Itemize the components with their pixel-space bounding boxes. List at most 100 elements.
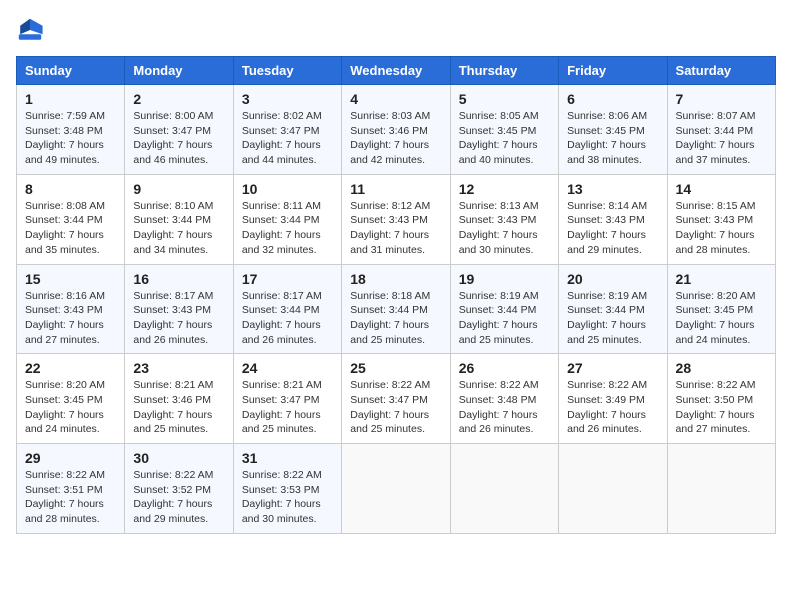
day-info: Sunrise: 8:05 AM Sunset: 3:45 PM Dayligh… [459,109,550,168]
sunset-label: Sunset: 3:43 PM [350,214,428,226]
day-cell: 8 Sunrise: 8:08 AM Sunset: 3:44 PM Dayli… [17,174,125,264]
sunrise-label: Sunrise: 8:22 AM [567,379,647,391]
sunset-label: Sunset: 3:45 PM [567,125,645,137]
daylight-label: Daylight: 7 hours and 40 minutes. [459,139,538,166]
sunset-label: Sunset: 3:44 PM [242,304,320,316]
day-cell [559,444,667,534]
day-info: Sunrise: 8:13 AM Sunset: 3:43 PM Dayligh… [459,199,550,258]
day-cell: 4 Sunrise: 8:03 AM Sunset: 3:46 PM Dayli… [342,85,450,175]
sunset-label: Sunset: 3:43 PM [459,214,537,226]
daylight-label: Daylight: 7 hours and 44 minutes. [242,139,321,166]
daylight-label: Daylight: 7 hours and 27 minutes. [676,409,755,436]
day-info: Sunrise: 8:03 AM Sunset: 3:46 PM Dayligh… [350,109,441,168]
sunrise-label: Sunrise: 8:05 AM [459,110,539,122]
day-cell: 31 Sunrise: 8:22 AM Sunset: 3:53 PM Dayl… [233,444,341,534]
sunset-label: Sunset: 3:44 PM [350,304,428,316]
sunrise-label: Sunrise: 8:22 AM [133,469,213,481]
day-number: 28 [676,360,767,376]
day-cell: 30 Sunrise: 8:22 AM Sunset: 3:52 PM Dayl… [125,444,233,534]
daylight-label: Daylight: 7 hours and 38 minutes. [567,139,646,166]
day-number: 4 [350,91,441,107]
sunrise-label: Sunrise: 8:08 AM [25,200,105,212]
day-cell: 21 Sunrise: 8:20 AM Sunset: 3:45 PM Dayl… [667,264,775,354]
day-number: 16 [133,271,224,287]
sunset-label: Sunset: 3:46 PM [133,394,211,406]
day-info: Sunrise: 8:20 AM Sunset: 3:45 PM Dayligh… [25,378,116,437]
daylight-label: Daylight: 7 hours and 25 minutes. [350,409,429,436]
sunrise-label: Sunrise: 8:07 AM [676,110,756,122]
daylight-label: Daylight: 7 hours and 30 minutes. [242,498,321,525]
day-number: 5 [459,91,550,107]
day-info: Sunrise: 8:22 AM Sunset: 3:50 PM Dayligh… [676,378,767,437]
day-info: Sunrise: 8:11 AM Sunset: 3:44 PM Dayligh… [242,199,333,258]
day-info: Sunrise: 8:17 AM Sunset: 3:43 PM Dayligh… [133,289,224,348]
sunset-label: Sunset: 3:50 PM [676,394,754,406]
day-number: 11 [350,181,441,197]
day-cell: 7 Sunrise: 8:07 AM Sunset: 3:44 PM Dayli… [667,85,775,175]
page-container: Sunday Monday Tuesday Wednesday Thursday… [16,16,776,534]
day-info: Sunrise: 8:15 AM Sunset: 3:43 PM Dayligh… [676,199,767,258]
day-number: 12 [459,181,550,197]
day-cell: 1 Sunrise: 7:59 AM Sunset: 3:48 PM Dayli… [17,85,125,175]
day-cell [342,444,450,534]
day-info: Sunrise: 8:21 AM Sunset: 3:46 PM Dayligh… [133,378,224,437]
day-number: 13 [567,181,658,197]
daylight-label: Daylight: 7 hours and 25 minutes. [350,319,429,346]
daylight-label: Daylight: 7 hours and 29 minutes. [133,498,212,525]
sunset-label: Sunset: 3:45 PM [676,304,754,316]
day-info: Sunrise: 8:16 AM Sunset: 3:43 PM Dayligh… [25,289,116,348]
day-cell: 15 Sunrise: 8:16 AM Sunset: 3:43 PM Dayl… [17,264,125,354]
col-thursday: Thursday [450,57,558,85]
col-wednesday: Wednesday [342,57,450,85]
daylight-label: Daylight: 7 hours and 42 minutes. [350,139,429,166]
day-cell: 11 Sunrise: 8:12 AM Sunset: 3:43 PM Dayl… [342,174,450,264]
day-info: Sunrise: 8:22 AM Sunset: 3:49 PM Dayligh… [567,378,658,437]
sunrise-label: Sunrise: 8:22 AM [25,469,105,481]
daylight-label: Daylight: 7 hours and 26 minutes. [242,319,321,346]
sunset-label: Sunset: 3:47 PM [242,394,320,406]
daylight-label: Daylight: 7 hours and 46 minutes. [133,139,212,166]
header-row: Sunday Monday Tuesday Wednesday Thursday… [17,57,776,85]
day-number: 20 [567,271,658,287]
header [16,16,776,44]
logo-icon [16,16,44,44]
calendar: Sunday Monday Tuesday Wednesday Thursday… [16,56,776,534]
sunset-label: Sunset: 3:46 PM [350,125,428,137]
logo [16,16,48,44]
day-info: Sunrise: 8:00 AM Sunset: 3:47 PM Dayligh… [133,109,224,168]
sunset-label: Sunset: 3:43 PM [133,304,211,316]
week-row-1: 1 Sunrise: 7:59 AM Sunset: 3:48 PM Dayli… [17,85,776,175]
sunrise-label: Sunrise: 7:59 AM [25,110,105,122]
day-cell: 12 Sunrise: 8:13 AM Sunset: 3:43 PM Dayl… [450,174,558,264]
sunset-label: Sunset: 3:44 PM [567,304,645,316]
day-number: 8 [25,181,116,197]
day-cell: 5 Sunrise: 8:05 AM Sunset: 3:45 PM Dayli… [450,85,558,175]
day-info: Sunrise: 8:17 AM Sunset: 3:44 PM Dayligh… [242,289,333,348]
daylight-label: Daylight: 7 hours and 26 minutes. [133,319,212,346]
sunset-label: Sunset: 3:44 PM [242,214,320,226]
sunrise-label: Sunrise: 8:20 AM [676,290,756,302]
daylight-label: Daylight: 7 hours and 25 minutes. [242,409,321,436]
daylight-label: Daylight: 7 hours and 35 minutes. [25,229,104,256]
sunrise-label: Sunrise: 8:19 AM [459,290,539,302]
day-number: 9 [133,181,224,197]
day-cell: 3 Sunrise: 8:02 AM Sunset: 3:47 PM Dayli… [233,85,341,175]
day-info: Sunrise: 8:22 AM Sunset: 3:51 PM Dayligh… [25,468,116,527]
sunset-label: Sunset: 3:43 PM [567,214,645,226]
day-number: 3 [242,91,333,107]
daylight-label: Daylight: 7 hours and 25 minutes. [133,409,212,436]
sunrise-label: Sunrise: 8:15 AM [676,200,756,212]
day-cell: 24 Sunrise: 8:21 AM Sunset: 3:47 PM Dayl… [233,354,341,444]
daylight-label: Daylight: 7 hours and 28 minutes. [25,498,104,525]
sunrise-label: Sunrise: 8:21 AM [242,379,322,391]
calendar-header: Sunday Monday Tuesday Wednesday Thursday… [17,57,776,85]
day-info: Sunrise: 8:20 AM Sunset: 3:45 PM Dayligh… [676,289,767,348]
sunrise-label: Sunrise: 8:11 AM [242,200,321,212]
day-number: 15 [25,271,116,287]
sunset-label: Sunset: 3:43 PM [676,214,754,226]
day-cell: 29 Sunrise: 8:22 AM Sunset: 3:51 PM Dayl… [17,444,125,534]
daylight-label: Daylight: 7 hours and 32 minutes. [242,229,321,256]
col-friday: Friday [559,57,667,85]
day-info: Sunrise: 8:08 AM Sunset: 3:44 PM Dayligh… [25,199,116,258]
daylight-label: Daylight: 7 hours and 24 minutes. [25,409,104,436]
